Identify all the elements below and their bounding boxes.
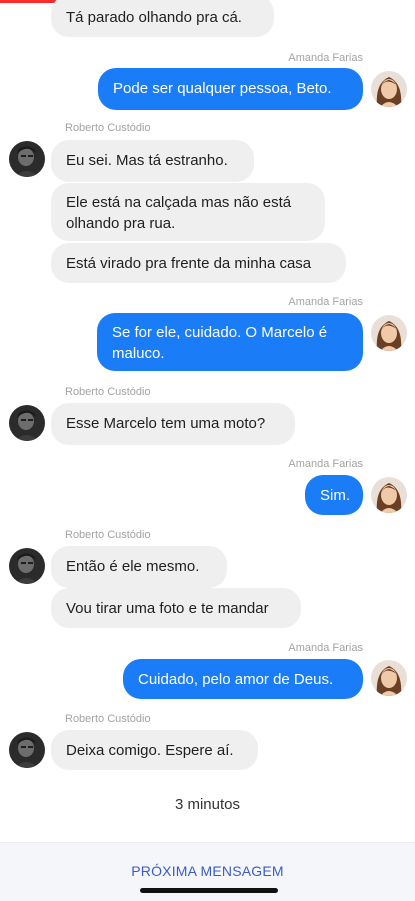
message-outgoing: Pode ser qualquer pessoa, Beto. xyxy=(98,68,363,110)
sender-name: Amanda Farias xyxy=(288,642,363,654)
message-incoming: Ele está na calçada mas não está olhando… xyxy=(51,183,325,241)
sender-name: Amanda Farias xyxy=(288,296,363,308)
sender-name: Roberto Custódio xyxy=(65,713,151,725)
home-indicator[interactable] xyxy=(140,888,278,893)
amanda-avatar xyxy=(371,71,407,107)
sender-name: Roberto Custódio xyxy=(65,122,151,134)
message-incoming: Tá parado olhando pra cá. xyxy=(51,0,274,37)
message-incoming: Eu sei. Mas tá estranho. xyxy=(51,140,254,182)
message-outgoing: Se for ele, cuidado. O Marcelo é maluco. xyxy=(97,313,363,371)
amanda-avatar xyxy=(371,315,407,351)
message-outgoing: Cuidado, pelo amor de Deus. xyxy=(123,659,363,699)
roberto-avatar xyxy=(9,405,45,441)
amanda-avatar xyxy=(371,477,407,513)
next-message-button[interactable]: PRÓXIMA MENSAGEM xyxy=(0,863,415,879)
sender-name: Roberto Custódio xyxy=(65,386,151,398)
message-outgoing: Sim. xyxy=(305,475,363,515)
footer-bar: PRÓXIMA MENSAGEM xyxy=(0,842,415,901)
roberto-avatar xyxy=(9,141,45,177)
sender-name: Roberto Custódio xyxy=(65,529,151,541)
roberto-avatar xyxy=(9,732,45,768)
roberto-avatar xyxy=(9,548,45,584)
message-incoming: Esse Marcelo tem uma moto? xyxy=(51,403,295,445)
elapsed-time-label: 3 minutos xyxy=(174,796,241,813)
sender-name: Amanda Farias xyxy=(288,52,363,64)
amanda-avatar xyxy=(371,660,407,696)
message-incoming: Então é ele mesmo. xyxy=(51,546,227,588)
message-incoming: Vou tirar uma foto e te mandar xyxy=(51,588,301,628)
sender-name: Amanda Farias xyxy=(288,458,363,470)
message-incoming: Está virado pra frente da minha casa xyxy=(51,243,346,283)
message-incoming: Deixa comigo. Espere aí. xyxy=(51,730,258,770)
